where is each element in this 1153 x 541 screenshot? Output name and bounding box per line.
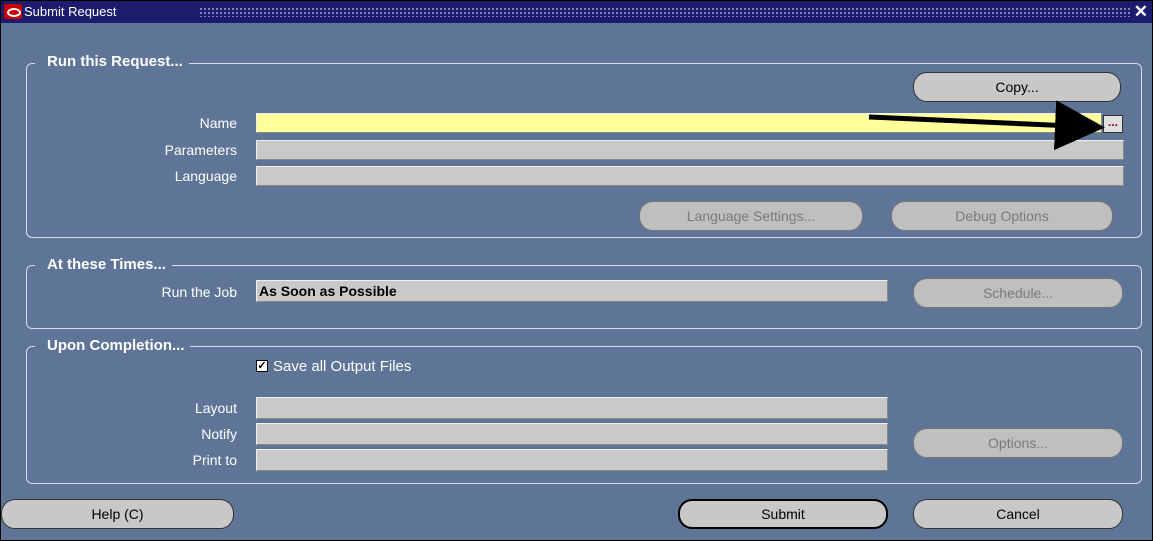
help-button[interactable]: Help (C): [1, 499, 234, 529]
save-output-label[interactable]: Save all Output Files: [273, 357, 411, 377]
layout-field[interactable]: [256, 397, 888, 419]
language-settings-button[interactable]: Language Settings...: [639, 201, 863, 231]
submit-button-label: Submit: [761, 506, 805, 522]
upon-completion-group-title: Upon Completion...: [35, 337, 191, 355]
layout-label: Layout: [194, 400, 237, 416]
title-bar[interactable]: Submit Request ✕: [1, 1, 1152, 23]
name-label: Name: [199, 115, 237, 131]
help-button-label: Help (C): [91, 506, 144, 522]
schedule-button[interactable]: Schedule...: [913, 278, 1123, 308]
notify-field[interactable]: [256, 423, 888, 445]
parameters-field[interactable]: [256, 140, 1124, 160]
copy-button[interactable]: Copy...: [913, 72, 1121, 102]
list-of-values-button[interactable]: ...: [1103, 115, 1123, 133]
run-the-job-field[interactable]: As Soon as Possible: [256, 280, 888, 302]
name-field[interactable]: [256, 113, 1102, 133]
run-request-group-title: Run this Request...: [35, 53, 189, 71]
copy-button-label: Copy...: [995, 79, 1039, 95]
schedule-button-label: Schedule...: [982, 285, 1054, 301]
save-output-checkbox[interactable]: ✓: [256, 360, 268, 372]
language-field[interactable]: [256, 166, 1124, 186]
language-label: Language: [174, 168, 237, 184]
notify-label: Notify: [201, 426, 237, 442]
close-icon[interactable]: ✕: [1134, 2, 1148, 22]
debug-options-button-label: Debug Options: [955, 208, 1049, 224]
cancel-button-label: Cancel: [996, 506, 1040, 522]
debug-options-button[interactable]: Debug Options: [891, 201, 1113, 231]
print-to-label: Print to: [192, 452, 237, 468]
title-bar-grip: [199, 7, 1130, 17]
window-title: Submit Request: [24, 4, 117, 19]
options-button[interactable]: Options...: [913, 428, 1123, 458]
options-button-label: Options...: [988, 435, 1048, 451]
parameters-label: Parameters: [164, 142, 237, 158]
cancel-button[interactable]: Cancel: [913, 499, 1123, 529]
submit-request-window: Submit Request ✕ Run this Request... Cop…: [0, 0, 1153, 541]
print-to-field[interactable]: [256, 449, 888, 471]
at-these-times-group-title: At these Times...: [35, 256, 172, 274]
submit-button[interactable]: Submit: [678, 499, 888, 529]
oracle-forms-icon: [4, 4, 22, 19]
language-settings-button-label: Language Settings...: [686, 208, 816, 224]
run-the-job-label: Run the Job: [161, 284, 238, 300]
